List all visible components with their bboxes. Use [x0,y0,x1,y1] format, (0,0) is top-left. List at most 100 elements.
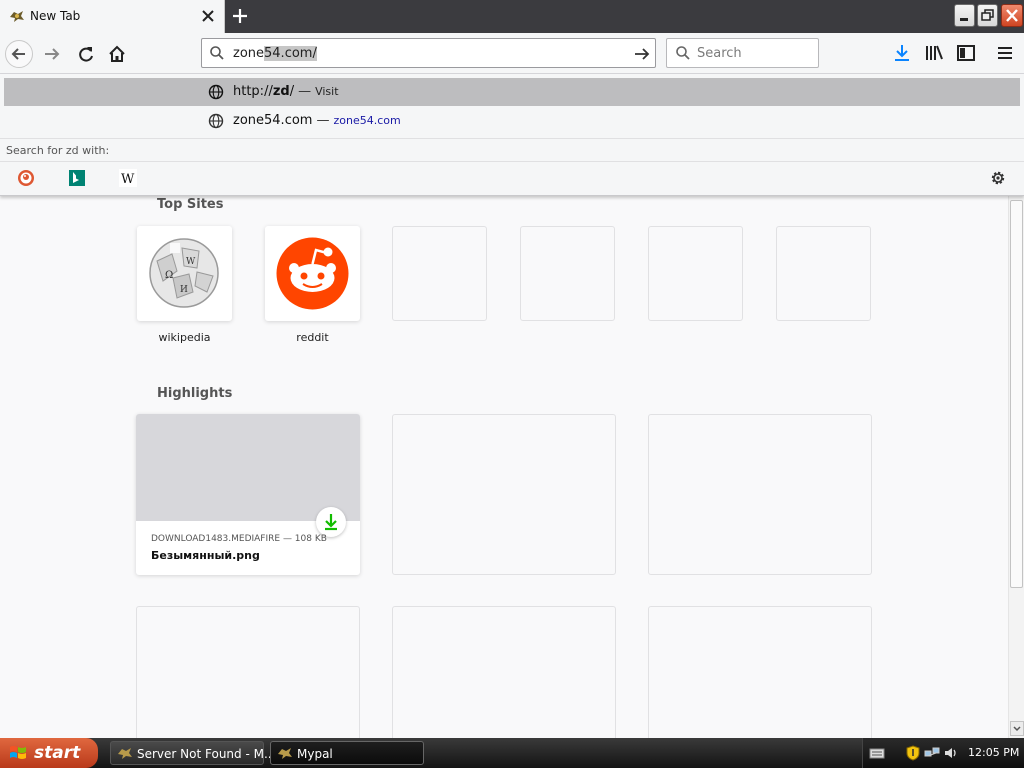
restore-icon [981,9,994,21]
windows-flag-icon [10,746,26,759]
keyboard-icon[interactable] [869,745,885,761]
highlights-heading: Highlights [157,386,233,401]
url-input[interactable]: zone54.com/ [233,46,317,61]
network-icon[interactable] [924,745,940,761]
gear-icon[interactable] [989,169,1007,187]
taskbar-item-label: Server Not Found - M... [137,747,276,761]
downloads-icon[interactable] [892,43,912,63]
reload-icon [79,47,93,62]
card-thumbnail [136,414,360,521]
duckduckgo-icon[interactable] [17,169,35,187]
globe-icon [208,84,224,100]
search-icon [210,46,224,60]
taskbar-item-label: Mypal [297,747,333,761]
tab-new-tab[interactable]: New Tab [0,0,225,33]
tab-title: New Tab [30,9,81,23]
page-scrollbar[interactable] [1008,196,1024,738]
minimize-icon [960,18,968,21]
autocomplete-title: http://zd/— Visit [233,84,339,99]
back-arrow-icon [11,48,25,60]
tab-strip: New Tab [0,0,1024,33]
back-button[interactable] [5,40,33,68]
top-site-tile-reddit[interactable] [265,226,360,321]
highlight-empty-slot [648,606,872,738]
autocomplete-action: Visit [315,85,339,98]
svg-text:Ω: Ω [165,270,173,281]
home-icon [109,45,125,62]
library-icon[interactable] [924,43,944,63]
mypal-favicon-icon [10,11,24,22]
top-site-tile-wikipedia[interactable]: Ω W И [137,226,232,321]
reload-button[interactable] [72,40,100,68]
highlight-empty-slot [136,606,360,738]
autocomplete-separator: — [298,84,312,99]
mypal-app-icon [278,748,292,759]
minimize-button[interactable] [954,4,975,27]
navigation-toolbar: zone54.com/ Search [0,33,1024,74]
globe-icon [208,113,224,129]
taskbar-item-server-not-found[interactable]: Server Not Found - M... [110,741,275,765]
start-label: start [34,743,81,763]
security-shield-icon[interactable] [905,745,921,761]
scrollbar-thumb[interactable] [1010,200,1023,588]
top-site-label-reddit: reddit [296,331,329,344]
taskbar-clock: 12:05 PM [968,746,1020,759]
highlight-empty-slot [648,414,872,575]
home-button[interactable] [103,40,131,68]
top-site-empty-slot [648,226,743,321]
top-site-empty-slot [392,226,487,321]
download-badge [316,507,346,537]
restore-button[interactable] [977,4,998,27]
wikipedia-globe-icon: Ω W И [149,238,219,308]
new-tab-plus-icon[interactable] [230,6,250,26]
chevron-down-icon [1013,726,1021,732]
svg-text:W: W [186,257,196,267]
search-bar[interactable]: Search [666,38,819,68]
top-sites-heading: Top Sites [157,197,224,212]
new-tab-page: Top Sites Ω W И wikipedia reddit Highlig… [0,196,1008,738]
download-arrow-icon [325,514,337,531]
close-window-button[interactable] [1001,4,1023,27]
highlight-empty-slot [392,414,616,575]
autocomplete-title-suffix: / [289,84,295,99]
svg-text:И: И [180,285,188,295]
forward-arrow-icon [45,48,60,60]
autocomplete-row-history[interactable]: zone54.com — zone54.com [4,107,1020,135]
url-autocomplete-popup: http://zd/— Visit zone54.com — zone54.com S… [0,74,1024,196]
search-for-label: Search for zd with: [6,144,110,157]
top-site-empty-slot [520,226,615,321]
top-site-empty-slot [776,226,871,321]
search-icon [676,46,690,60]
scroll-down-button[interactable] [1010,721,1024,736]
autocomplete-title: zone54.com — zone54.com [233,113,401,128]
sidebar-icon[interactable] [956,43,976,63]
highlight-card-download[interactable]: DOWNLOAD1483.MEDIAFIRE — 108 KB Безымянн… [136,414,360,575]
top-site-label-wikipedia: wikipedia [158,331,211,344]
reddit-icon [276,237,349,310]
url-typed-text: zone [233,46,265,61]
bing-icon[interactable] [68,169,86,187]
volume-icon[interactable] [943,745,959,761]
start-button[interactable]: start [0,738,98,768]
one-off-search-header: Search for zd with: [0,138,1024,162]
highlight-empty-slot [392,606,616,738]
card-source-meta: DOWNLOAD1483.MEDIAFIRE — 108 KB [151,534,327,544]
taskbar-item-mypal[interactable]: Mypal [270,741,424,765]
hamburger-menu-icon[interactable] [995,43,1015,63]
mypal-app-icon [118,748,132,759]
card-file-name: Безымянный.png [151,549,260,562]
windows-taskbar: start Server Not Found - M... Mypal 12:0… [0,738,1024,768]
autocomplete-separator: — [316,113,330,128]
forward-button[interactable] [38,40,66,68]
autocomplete-row-visit[interactable]: http://zd/— Visit [4,78,1020,106]
autocomplete-url: zone54.com [333,114,401,127]
autocomplete-site-title: zone54.com [233,113,313,128]
autocomplete-title-prefix: http:// [233,84,273,99]
url-bar[interactable]: zone54.com/ [201,38,656,68]
close-tab-icon[interactable] [200,8,216,24]
svg-text:W: W [121,172,135,187]
autocomplete-title-match: zd [272,84,290,99]
wikipedia-icon[interactable]: W [119,169,137,187]
url-autofill-selection: 54.com/ [264,46,317,61]
go-arrow-icon[interactable] [633,45,651,63]
